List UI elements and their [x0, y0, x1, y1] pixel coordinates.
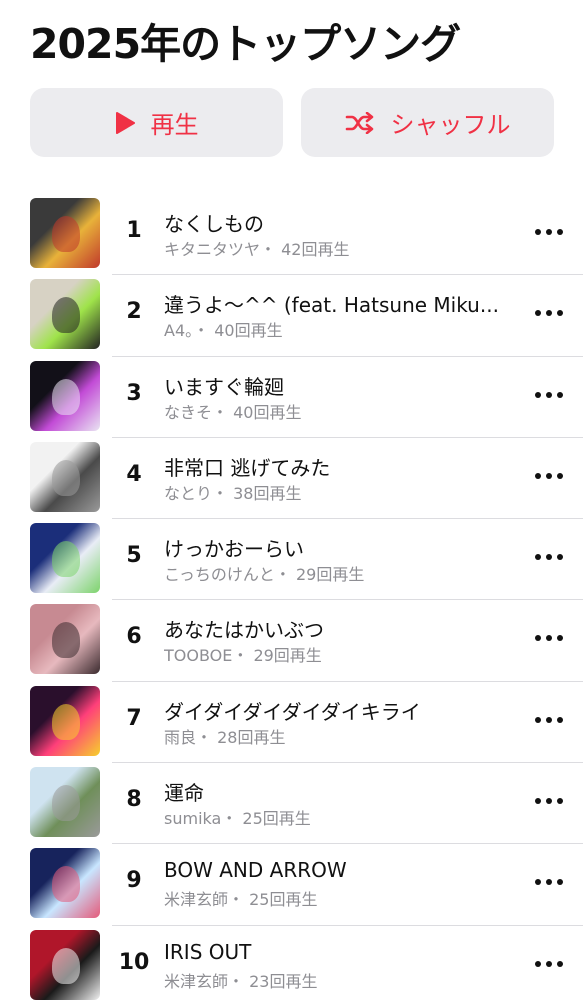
song-row[interactable]: 1 なくしものキタニタツヤ・ 42回再生 [0, 194, 583, 276]
more-options-icon[interactable] [535, 466, 563, 486]
song-subtitle: sumika・ 25回再生 [164, 809, 311, 829]
song-rank: 4 [126, 461, 142, 487]
song-row[interactable]: 2 違うよ〜^^ (feat. Hatsune Miku... A4。・ 40回再生 [0, 275, 583, 357]
song-title: BOW AND ARROW [164, 858, 347, 883]
song-subtitle: 米津玄師・ 25回再生 [164, 890, 318, 910]
album-art [30, 604, 100, 675]
song-rank: 9 [126, 868, 142, 894]
album-art [30, 279, 100, 350]
album-art [30, 929, 100, 1000]
shuffle-icon [345, 111, 375, 134]
song-subtitle: こっちのけんと・ 29回再生 [164, 565, 365, 585]
song-row[interactable]: 7 ダイダイダイダイダイキライ雨良・ 28回再生 [0, 682, 583, 764]
more-options-icon[interactable] [535, 303, 563, 323]
more-options-icon[interactable] [535, 872, 563, 892]
song-rank: 10 [118, 949, 150, 975]
song-list: 1 なくしものキタニタツヤ・ 42回再生 2 違うよ〜^^ (feat. Hatsun… [0, 194, 583, 1000]
song-rank: 2 [126, 299, 142, 325]
album-art [30, 523, 100, 594]
song-rank: 3 [126, 380, 142, 406]
album-art [30, 360, 100, 431]
more-options-icon[interactable] [535, 791, 563, 811]
song-title: 非常口 逃げてみた [164, 455, 331, 480]
song-rank: 7 [126, 705, 142, 731]
song-title: あなたはかいぶつ [164, 618, 324, 643]
play-button[interactable]: 再生 [30, 88, 283, 157]
album-art [30, 767, 100, 838]
song-title: 運命 [164, 781, 204, 806]
album-art [30, 848, 100, 919]
song-subtitle: なきそ・ 40回再生 [164, 402, 302, 422]
shuffle-label: シャッフル [390, 111, 511, 139]
song-rank: 5 [126, 543, 142, 569]
play-icon [115, 111, 135, 134]
album-art [30, 441, 100, 512]
more-options-icon[interactable] [535, 547, 563, 567]
play-label: 再生 [150, 111, 199, 139]
song-rank: 8 [126, 787, 142, 813]
song-subtitle: なとり・ 38回再生 [164, 483, 302, 503]
song-row[interactable]: 4 非常口 逃げてみたなとり・ 38回再生 [0, 438, 583, 520]
more-options-icon[interactable] [535, 710, 563, 730]
song-row[interactable]: 10 IRIS OUT 米津玄師・ 23回再生 [0, 926, 583, 1000]
more-options-icon[interactable] [535, 954, 563, 974]
song-subtitle: TOOBOE・ 29回再生 [164, 646, 322, 666]
song-subtitle: 雨良・ 28回再生 [164, 727, 286, 747]
song-title: なくしもの [164, 212, 264, 236]
song-subtitle: 米津玄師・ 23回再生 [164, 971, 318, 991]
shuffle-button[interactable]: シャッフル [301, 88, 554, 157]
song-row[interactable]: 8 運命 sumika・ 25回再生 [0, 763, 583, 845]
song-title: ダイダイダイダイダイキライ [164, 699, 421, 724]
page-title: 2025年のトップソング [30, 20, 461, 68]
more-options-icon[interactable] [535, 385, 563, 405]
song-row[interactable]: 6 あなたはかいぶつ TOOBOE・ 29回再生 [0, 600, 583, 682]
song-row[interactable]: 9 BOW AND ARROW 米津玄師・ 25回再生 [0, 844, 583, 926]
more-options-icon[interactable] [535, 628, 563, 648]
song-title: IRIS OUT [164, 939, 252, 964]
song-title: けっかおーらい [164, 537, 304, 562]
song-subtitle: A4。・ 40回再生 [164, 321, 283, 341]
song-title: いますぐ輪廻 [164, 374, 284, 399]
song-rank: 1 [126, 218, 142, 243]
more-options-icon[interactable] [535, 222, 563, 242]
song-rank: 6 [126, 624, 142, 650]
album-art [30, 198, 100, 268]
album-art [30, 685, 100, 756]
song-row[interactable]: 5 けっかおーらいこっちのけんと・ 29回再生 [0, 519, 583, 601]
song-row[interactable]: 3 いますぐ輪廻なきそ・ 40回再生 [0, 357, 583, 438]
song-title: 違うよ〜^^ (feat. Hatsune Miku... [164, 293, 499, 318]
song-subtitle: キタニタツヤ・ 42回再生 [164, 240, 350, 259]
